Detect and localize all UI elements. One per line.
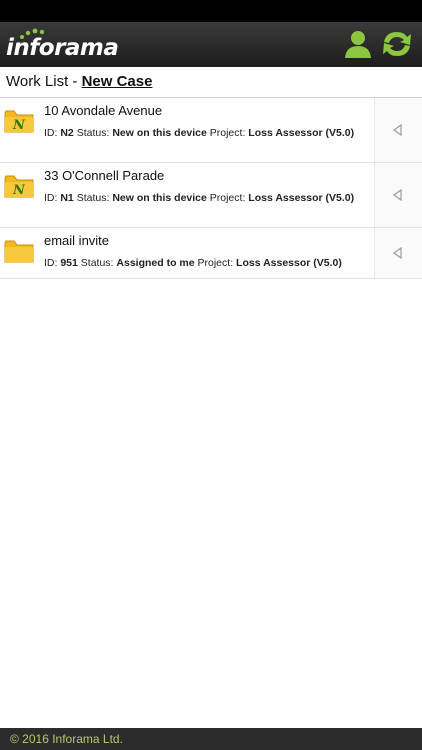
case-status: New on this device (112, 192, 207, 204)
case-title: 33 O'Connell Parade (44, 168, 165, 183)
status-label: Status: (73, 192, 113, 204)
case-item-main[interactable]: N 33 O'Connell Parade ID: N1 Status: New… (0, 163, 374, 227)
folder-new-icon: N (4, 110, 34, 133)
case-id: 951 (60, 257, 78, 269)
folder-icon (4, 240, 34, 263)
case-item-main[interactable]: N 10 Avondale Avenue ID: N2 Status: New … (0, 98, 374, 162)
project-label: Project: (194, 257, 237, 269)
status-label: Status: (73, 127, 113, 139)
worklist-label: Work List - (6, 73, 82, 90)
sync-icon (383, 32, 411, 56)
case-status: New on this device (112, 127, 207, 139)
list-item: email invite ID: 951 Status: Assigned to… (0, 228, 422, 279)
list-item: N 10 Avondale Avenue ID: N2 Status: New … (0, 98, 422, 163)
status-bar (0, 0, 422, 22)
screen: inforama Work List - New Case N 10 Avond… (0, 0, 422, 750)
new-case-link[interactable]: New Case (82, 73, 153, 90)
app-header: inforama (0, 22, 422, 67)
logo-text: inforama (6, 35, 119, 61)
chevron-left-icon (392, 247, 402, 259)
id-label: ID: (44, 192, 61, 204)
folder-new-icon: N (4, 175, 34, 198)
case-project: Loss Assessor (V5.0) (248, 192, 355, 204)
project-label: Project: (206, 127, 249, 139)
sync-button[interactable] (380, 28, 412, 60)
case-action-button[interactable] (374, 98, 422, 162)
case-id: N1 (60, 192, 74, 204)
project-label: Project: (206, 192, 249, 204)
case-title: 10 Avondale Avenue (44, 103, 163, 118)
case-project: Loss Assessor (V5.0) (248, 127, 355, 139)
id-label: ID: (44, 257, 61, 269)
case-action-button[interactable] (374, 228, 422, 278)
status-label: Status: (77, 257, 117, 269)
footer: © 2016 Inforama Ltd. (0, 728, 422, 750)
user-button[interactable] (342, 28, 374, 60)
case-details: ID: 951 Status: Assigned to me Project: … (44, 255, 369, 271)
list-item: N 33 O'Connell Parade ID: N1 Status: New… (0, 163, 422, 228)
case-details: ID: N2 Status: New on this device Projec… (44, 125, 369, 141)
case-details: ID: N1 Status: New on this device Projec… (44, 190, 369, 206)
worklist-header: Work List - New Case (0, 67, 422, 98)
case-item-main[interactable]: email invite ID: 951 Status: Assigned to… (0, 228, 374, 278)
case-status: Assigned to me (116, 257, 195, 269)
user-icon (345, 31, 371, 58)
case-project: Loss Assessor (V5.0) (236, 257, 342, 269)
case-id: N2 (60, 127, 74, 139)
case-title: email invite (44, 233, 110, 248)
chevron-left-icon (392, 124, 402, 136)
chevron-left-icon (392, 189, 402, 201)
inforama-logo: inforama (6, 28, 119, 62)
svg-text:N: N (12, 118, 26, 133)
id-label: ID: (44, 127, 61, 139)
worklist-title: Work List - New Case (6, 67, 152, 97)
case-list: N 10 Avondale Avenue ID: N2 Status: New … (0, 98, 422, 279)
case-action-button[interactable] (374, 163, 422, 227)
copyright-text: © 2016 Inforama Ltd. (10, 732, 123, 746)
svg-text:N: N (12, 183, 26, 198)
